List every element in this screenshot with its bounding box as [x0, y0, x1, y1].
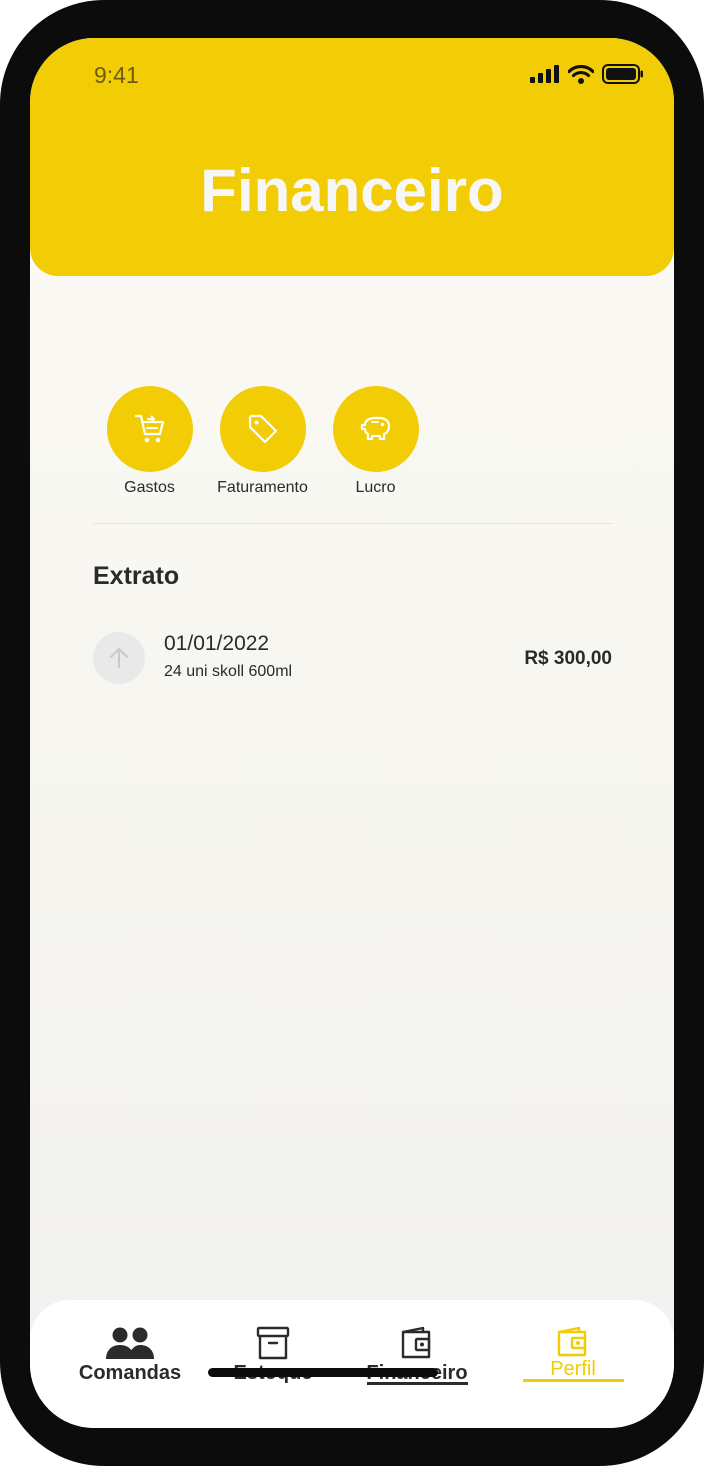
action-label: Gastos	[124, 479, 175, 496]
battery-icon	[602, 64, 643, 84]
nav-item-estoque[interactable]: Estoque	[211, 1326, 335, 1388]
wallet-icon	[401, 1326, 431, 1359]
wifi-icon	[568, 64, 594, 84]
action-circle[interactable]	[219, 386, 306, 472]
nav-underline-perfil	[523, 1379, 624, 1382]
cart-icon	[134, 414, 164, 443]
action-lucro[interactable]: Lucro	[319, 386, 432, 497]
transaction-date: 01/01/2022	[164, 632, 270, 655]
nav-underline-financeiro	[367, 1382, 468, 1385]
phone-frame: 9:41 Financeiro Gastos Faturamento Lucro…	[0, 0, 704, 1466]
people-icon	[106, 1327, 154, 1359]
status-time: 9:41	[94, 62, 139, 88]
action-faturamento[interactable]: Faturamento	[206, 386, 319, 497]
transaction-description: 24 uni skoll 600ml	[164, 663, 293, 680]
app-screen: 9:41 Financeiro Gastos Faturamento Lucro…	[30, 38, 674, 1428]
wallet-icon	[557, 1326, 587, 1357]
action-gastos[interactable]: Gastos	[93, 386, 206, 497]
statement-item[interactable]: 01/01/2022 24 uni skoll 600ml R$ 300,00	[93, 632, 612, 688]
nav-item-comandas[interactable]: Comandas	[68, 1326, 192, 1388]
section-title-extrato: Extrato	[93, 562, 180, 590]
nav-label: Perfil	[550, 1358, 596, 1380]
home-indicator	[208, 1368, 438, 1377]
action-circle[interactable]	[332, 386, 419, 472]
quick-actions: Gastos Faturamento Lucro	[93, 386, 432, 497]
action-label: Faturamento	[217, 479, 308, 496]
nav-item-financeiro[interactable]: Financeiro	[355, 1326, 479, 1388]
page-title: Financeiro	[200, 157, 504, 224]
signal-icon	[530, 65, 559, 83]
divider	[93, 523, 612, 524]
tag-icon	[248, 414, 277, 444]
transaction-icon	[93, 632, 145, 684]
archive-box-icon	[256, 1326, 290, 1360]
action-label: Lucro	[355, 479, 396, 496]
header: 9:41 Financeiro	[30, 38, 674, 276]
bottom-nav: Comandas Estoque Financeiro	[30, 1300, 674, 1428]
status-icons	[530, 64, 644, 84]
action-circle[interactable]	[106, 386, 193, 472]
nav-label: Comandas	[78, 1362, 182, 1384]
piggy-bank-icon	[360, 416, 390, 441]
transaction-amount: R$ 300,00	[524, 648, 612, 669]
arrow-up-icon	[110, 648, 128, 668]
